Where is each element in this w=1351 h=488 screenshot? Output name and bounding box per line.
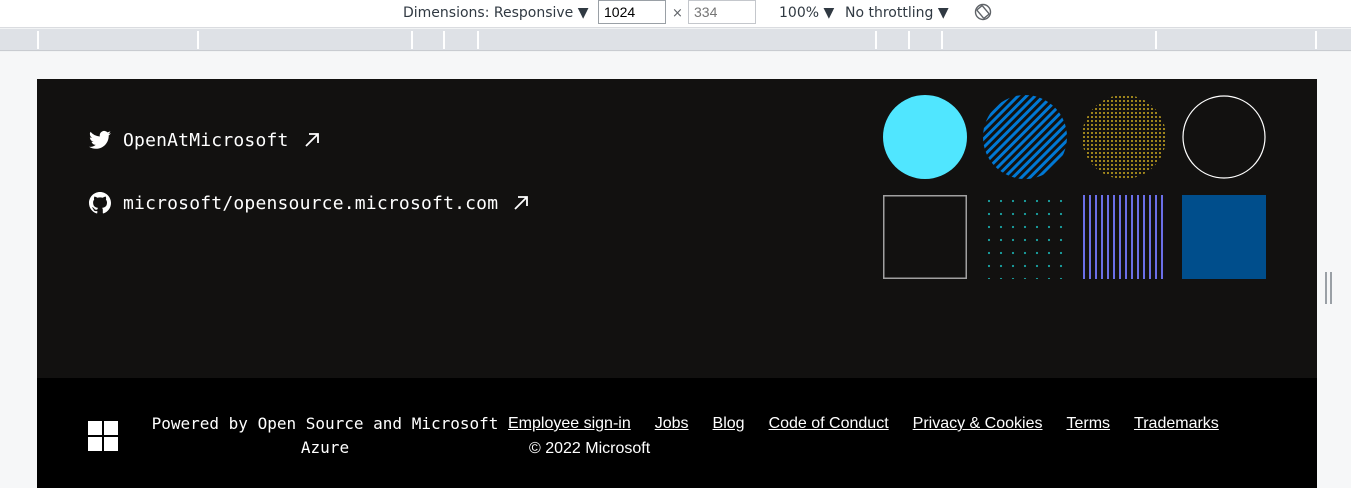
twitter-link[interactable]: OpenAtMicrosoft — [88, 127, 530, 153]
github-icon — [89, 192, 111, 214]
blog-link[interactable]: Blog — [713, 415, 745, 433]
terms-link[interactable]: Terms — [1066, 415, 1110, 433]
striped-circle-shape — [983, 95, 1067, 179]
cyan-circle-shape — [883, 95, 967, 179]
devtools-device-toolbar: Dimensions: Responsive ▼ × 100% ▼ No thr… — [0, 0, 1351, 28]
code-of-conduct-link[interactable]: Code of Conduct — [769, 415, 889, 433]
site-footer: OpenAtMicrosoft microsoft/opensource.mic… — [37, 79, 1317, 488]
twitter-icon — [89, 130, 111, 149]
powered-by-text: Powered by Open Source and Microsoft Azu… — [151, 414, 499, 457]
zoom-dropdown[interactable]: 100% ▼ — [779, 4, 834, 22]
viewport-scrollbar-area — [1317, 79, 1351, 488]
privacy-cookies-link[interactable]: Privacy & Cookies — [913, 415, 1043, 433]
footer-nav: Employee sign-in Jobs Blog Code of Condu… — [508, 415, 1243, 433]
width-input[interactable] — [598, 0, 666, 24]
dimensions-dropdown[interactable]: Dimensions: Responsive ▼ — [403, 4, 589, 22]
height-input[interactable] — [688, 0, 756, 24]
rotate-icon[interactable] — [974, 3, 992, 21]
github-link[interactable]: microsoft/opensource.microsoft.com — [88, 190, 530, 216]
external-arrow-icon — [514, 196, 529, 210]
employee-sign-in-link[interactable]: Employee sign-in — [508, 415, 631, 433]
github-link-label: microsoft/opensource.microsoft.com — [123, 192, 499, 214]
throttling-dropdown[interactable]: No throttling ▼ — [845, 4, 949, 22]
dotted-circle-shape — [1082, 95, 1166, 179]
social-links: OpenAtMicrosoft microsoft/opensource.mic… — [88, 127, 530, 253]
navy-square-shape — [1182, 195, 1266, 279]
twitter-link-label: OpenAtMicrosoft — [123, 129, 289, 151]
outline-circle-shape — [1182, 95, 1266, 179]
microsoft-logo-icon[interactable] — [88, 421, 118, 451]
external-arrow-icon — [304, 133, 319, 147]
outline-square-shape — [883, 195, 967, 279]
jobs-link[interactable]: Jobs — [655, 415, 689, 433]
media-query-ruler[interactable] — [0, 29, 1351, 51]
dot-grid-shape — [983, 195, 1067, 279]
trademarks-link[interactable]: Trademarks — [1134, 415, 1219, 433]
decorative-shapes — [883, 95, 1283, 295]
resize-handle[interactable] — [1325, 272, 1333, 304]
vertical-stripes-shape — [1082, 195, 1166, 279]
times-symbol: × — [672, 6, 683, 21]
footer-bottom-bar: Powered by Open Source and Microsoft Azu… — [37, 378, 1317, 488]
copyright-text: © 2022 Microsoft — [529, 440, 651, 457]
